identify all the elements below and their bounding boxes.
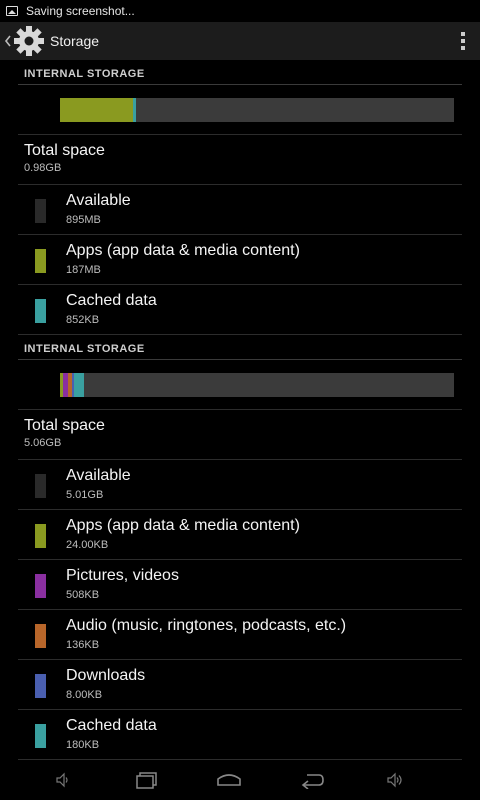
item-value: 136KB [66,639,100,651]
navigation-bar [0,760,480,800]
action-bar: Storage [0,22,480,60]
item-value: 187MB [66,264,101,276]
storage-item-apps-1[interactable]: Apps (app data & media content) 187MB [18,235,462,285]
item-label: Cached data [66,292,157,309]
item-label: Apps (app data & media content) [66,517,300,534]
total-space-1: Total space 0.98GB [18,135,462,185]
color-swatch [35,624,46,648]
item-value: 852KB [66,314,100,326]
color-swatch [35,524,46,548]
color-swatch [35,724,46,748]
color-swatch [35,474,46,498]
item-value: 5.01GB [66,489,104,501]
color-swatch [35,574,46,598]
total-space-value: 0.98GB [24,162,62,174]
section-header-internal-storage-2: INTERNAL STORAGE [18,335,462,360]
storage-item-apps-2[interactable]: Apps (app data & media content) 24.00KB [18,510,462,560]
page-title: Storage [50,33,100,49]
status-bar: Saving screenshot... [0,0,480,22]
storage-item-audio[interactable]: Audio (music, ringtones, podcasts, etc.)… [18,610,462,660]
storage-item-available-1[interactable]: Available 895MB [18,185,462,235]
recent-apps-icon[interactable] [132,768,162,792]
storage-list: INTERNAL STORAGE Total space 0.98GB Avai… [0,60,480,760]
color-swatch [35,674,46,698]
back-icon[interactable] [297,768,327,792]
total-space-2: Total space 5.06GB [18,410,462,460]
item-value: 508KB [66,589,100,601]
volume-up-icon[interactable] [380,768,410,792]
item-label: Downloads [66,667,146,684]
item-label: Available [66,467,131,484]
usage-segment [60,97,134,122]
volume-down-icon[interactable] [48,768,78,792]
overflow-menu-icon[interactable] [460,32,466,50]
item-value: 180KB [66,739,100,751]
item-label: Pictures, videos [66,567,179,584]
item-label: Cached data [66,717,157,734]
color-swatch [35,299,46,323]
total-space-value: 5.06GB [24,437,62,449]
section-header-internal-storage-1: INTERNAL STORAGE [18,60,462,85]
usage-segment [74,372,85,397]
storage-item-cached-1[interactable]: Cached data 852KB [18,285,462,335]
item-value: 895MB [66,214,101,226]
storage-item-available-2[interactable]: Available 5.01GB [18,460,462,510]
storage-item-cached-2[interactable]: Cached data 180KB [18,710,462,760]
color-swatch [35,249,46,273]
home-icon[interactable] [214,768,244,792]
color-swatch [35,199,46,223]
item-label: Available [66,192,131,209]
storage-item-pictures-videos[interactable]: Pictures, videos 508KB [18,560,462,610]
notification-text: Saving screenshot... [26,4,135,18]
total-space-label: Total space [24,142,105,159]
storage-item-downloads[interactable]: Downloads 8.00KB [18,660,462,710]
usage-bar-row-1 [18,85,462,135]
storage-usage-bar-1 [60,97,454,122]
usage-segment [133,97,137,122]
storage-usage-bar-2 [60,372,454,397]
item-value: 8.00KB [66,689,103,701]
image-notification-icon [6,6,18,16]
item-label: Audio (music, ringtones, podcasts, etc.) [66,617,347,634]
settings-gear-icon[interactable] [12,24,46,58]
item-label: Apps (app data & media content) [66,242,300,259]
usage-bar-row-2 [18,360,462,410]
total-space-label: Total space [24,417,105,434]
item-value: 24.00KB [66,539,109,551]
